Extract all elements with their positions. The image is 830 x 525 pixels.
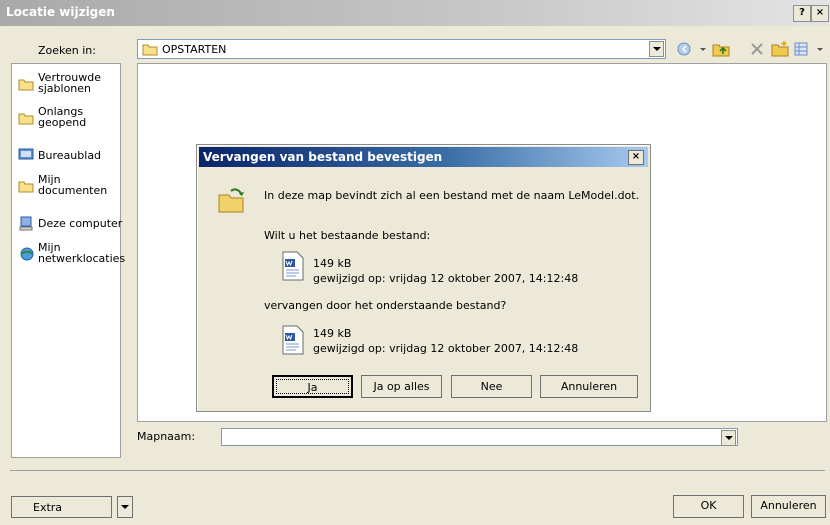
no-button[interactable]: Nee <box>451 375 532 398</box>
word-document-icon <box>282 325 304 355</box>
dialog-title-bar: Vervangen van bestand bevestigen × <box>199 147 648 167</box>
lookin-combobox[interactable]: OPSTARTEN <box>137 39 666 59</box>
views-dropdown-icon[interactable] <box>812 40 830 58</box>
folder-icon <box>18 181 34 193</box>
network-icon <box>20 247 34 261</box>
close-button[interactable]: × <box>811 5 829 22</box>
foldername-label: Mapnaam: <box>137 430 196 443</box>
lookin-label: Zoeken in: <box>38 44 96 57</box>
dialog-cancel-button[interactable]: Annuleren <box>540 375 638 398</box>
place-label: Mijn netwerklocaties <box>38 241 126 265</box>
window-title: Locatie wijzigen <box>6 5 115 19</box>
dialog-close-button[interactable]: × <box>628 150 644 165</box>
views-icon[interactable] <box>793 40 811 58</box>
existing-file-modified: gewijzigd op: vrijdag 12 oktober 2007, 1… <box>313 272 579 285</box>
place-label: Deze computer <box>38 217 123 230</box>
yes-to-all-button[interactable]: Ja op alles <box>361 375 442 398</box>
dialog-title: Vervangen van bestand bevestigen <box>203 150 443 164</box>
cancel-button[interactable]: Annuleren <box>751 495 826 518</box>
foldername-input[interactable] <box>221 428 738 446</box>
lookin-value: OPSTARTEN <box>162 43 227 56</box>
desktop-icon <box>18 148 34 160</box>
back-icon[interactable] <box>676 40 694 58</box>
place-label: Onlangs geopend <box>38 105 87 129</box>
dialog-message: In deze map bevindt zich al een bestand … <box>264 189 640 202</box>
computer-icon <box>19 216 33 231</box>
folder-replace-icon <box>218 188 244 213</box>
foldername-dropdown-arrow[interactable] <box>721 430 736 446</box>
back-dropdown-icon[interactable] <box>695 40 713 58</box>
places-bar: Vertrouwde sjablonen Onlangs geopend Bur… <box>11 63 125 458</box>
word-document-icon <box>282 251 304 281</box>
delete-icon[interactable] <box>748 40 766 58</box>
folder-icon <box>18 79 34 91</box>
extra-button-group: Extra <box>11 496 133 518</box>
ok-button[interactable]: OK <box>673 495 744 518</box>
yes-button[interactable]: Ja <box>272 375 353 398</box>
new-file-size: 149 kB <box>313 327 352 340</box>
help-button[interactable]: ? <box>793 5 811 22</box>
title-bar: Locatie wijzigen ? × <box>0 0 830 26</box>
folder-icon <box>18 113 34 125</box>
place-label: Vertrouwde sjablonen <box>38 71 102 95</box>
new-folder-icon[interactable] <box>771 40 789 58</box>
divider <box>10 470 825 471</box>
place-label: Bureaublad <box>38 149 102 162</box>
dialog-question: Wilt u het bestaande bestand: <box>264 229 431 242</box>
confirm-replace-dialog: Vervangen van bestand bevestigen × In de… <box>196 144 651 412</box>
existing-file-size: 149 kB <box>313 257 352 270</box>
lookin-dropdown-arrow[interactable] <box>649 41 664 57</box>
place-label: Mijn documenten <box>38 173 108 197</box>
extra-button[interactable]: Extra <box>11 496 112 518</box>
dialog-replace-text: vervangen door het onderstaande bestand? <box>264 299 507 312</box>
folder-icon <box>142 44 158 56</box>
extra-dropdown-arrow[interactable] <box>117 496 133 518</box>
up-folder-icon[interactable] <box>712 40 730 58</box>
new-file-modified: gewijzigd op: vrijdag 12 oktober 2007, 1… <box>313 342 579 355</box>
extra-label: Extra <box>33 501 63 514</box>
